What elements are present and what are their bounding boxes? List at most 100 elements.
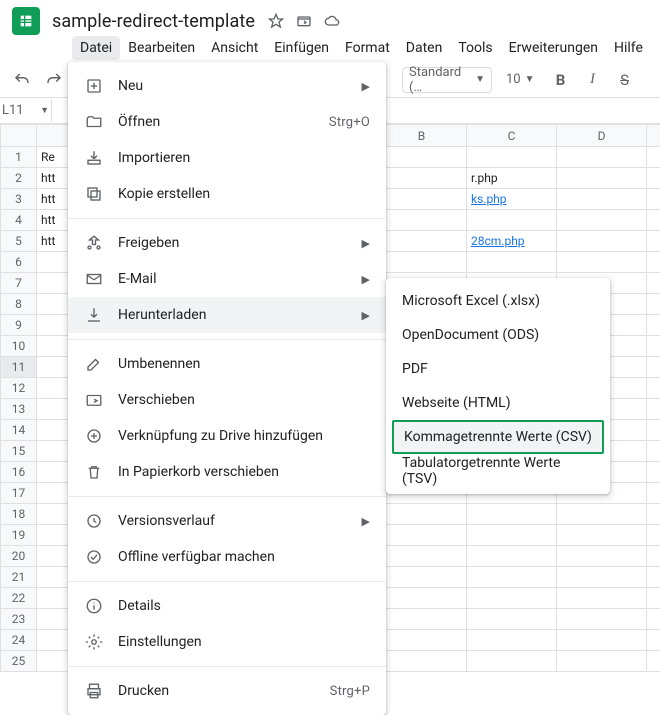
row-header[interactable]: 2: [1, 168, 37, 189]
cloud-icon[interactable]: [323, 12, 341, 30]
row-header[interactable]: 4: [1, 210, 37, 231]
cell[interactable]: [647, 525, 660, 546]
cell[interactable]: ks.php: [467, 189, 557, 210]
cell[interactable]: [557, 609, 647, 630]
cell[interactable]: [647, 252, 660, 273]
cell[interactable]: [557, 525, 647, 546]
cell[interactable]: [557, 168, 647, 189]
menu-daten[interactable]: Daten: [398, 36, 451, 60]
row-header[interactable]: 18: [1, 504, 37, 525]
cell[interactable]: [647, 420, 660, 441]
menu-item-folder-open[interactable]: ÖffnenStrg+O: [68, 104, 386, 140]
font-family-dropdown[interactable]: Standard (… ▼: [402, 67, 492, 93]
cell[interactable]: [557, 231, 647, 252]
cell[interactable]: [467, 609, 557, 630]
move-icon[interactable]: [295, 12, 313, 30]
cell[interactable]: [647, 147, 660, 168]
submenu-item[interactable]: Tabulatorgetrennte Werte (TSV): [386, 454, 610, 488]
cell[interactable]: [557, 210, 647, 231]
menu-item-offline[interactable]: Offline verfügbar machen: [68, 539, 386, 575]
row-header[interactable]: 11: [1, 357, 37, 378]
row-header[interactable]: 12: [1, 378, 37, 399]
cell[interactable]: [647, 588, 660, 609]
cell[interactable]: [467, 546, 557, 567]
cell[interactable]: [377, 525, 467, 546]
menu-item-mail[interactable]: E-Mail▶: [68, 261, 386, 297]
menu-item-history[interactable]: Versionsverlauf▶: [68, 503, 386, 539]
menu-hilfe[interactable]: Hilfe: [606, 36, 651, 60]
cell[interactable]: [557, 504, 647, 525]
cell[interactable]: [377, 189, 467, 210]
menu-item-download[interactable]: Herunterladen▶: [68, 297, 386, 333]
menu-erweiterungen[interactable]: Erweiterungen: [501, 36, 606, 60]
row-header[interactable]: 9: [1, 315, 37, 336]
cell[interactable]: [647, 399, 660, 420]
cell[interactable]: [467, 147, 557, 168]
cell[interactable]: [647, 546, 660, 567]
menu-format[interactable]: Format: [337, 36, 398, 60]
strikethrough-button[interactable]: S: [613, 68, 637, 92]
cell[interactable]: [467, 588, 557, 609]
redo-button[interactable]: [42, 68, 66, 92]
cell[interactable]: [377, 231, 467, 252]
cell[interactable]: [377, 252, 467, 273]
row-header[interactable]: 6: [1, 252, 37, 273]
cell[interactable]: [647, 273, 660, 294]
menu-tools[interactable]: Tools: [450, 36, 500, 60]
row-header[interactable]: 21: [1, 567, 37, 588]
submenu-item[interactable]: OpenDocument (ODS): [386, 318, 610, 352]
cell[interactable]: [647, 294, 660, 315]
row-header[interactable]: 25: [1, 651, 37, 672]
row-header[interactable]: 15: [1, 441, 37, 462]
doc-title[interactable]: sample-redirect-template: [52, 11, 255, 32]
cell[interactable]: [647, 651, 660, 672]
cell[interactable]: [647, 210, 660, 231]
row-header[interactable]: 14: [1, 420, 37, 441]
star-icon[interactable]: [267, 12, 285, 30]
cell[interactable]: [557, 588, 647, 609]
cell[interactable]: [467, 210, 557, 231]
cell[interactable]: [467, 567, 557, 588]
cell[interactable]: [557, 546, 647, 567]
menu-item-print[interactable]: DruckenStrg+P: [68, 673, 386, 709]
cell[interactable]: [467, 630, 557, 651]
cell[interactable]: [377, 210, 467, 231]
submenu-item[interactable]: PDF: [386, 352, 610, 386]
cell[interactable]: [377, 588, 467, 609]
menu-bearbeiten[interactable]: Bearbeiten: [120, 36, 203, 60]
cell[interactable]: [647, 231, 660, 252]
sheets-logo[interactable]: [12, 7, 40, 35]
cell[interactable]: [557, 567, 647, 588]
menu-item-info[interactable]: Details: [68, 588, 386, 624]
cell[interactable]: [647, 462, 660, 483]
menu-datei[interactable]: Datei: [72, 36, 120, 60]
menu-item-share[interactable]: Freigeben▶: [68, 225, 386, 261]
menu-overflow[interactable]: L: [651, 36, 660, 60]
col-header[interactable]: C: [467, 125, 557, 147]
menu-item-plus-grid[interactable]: Neu▶: [68, 68, 386, 104]
row-header[interactable]: 8: [1, 294, 37, 315]
row-header[interactable]: 13: [1, 399, 37, 420]
row-header[interactable]: 5: [1, 231, 37, 252]
menu-item-drive-link[interactable]: Verknüpfung zu Drive hinzufügen: [68, 418, 386, 454]
cell[interactable]: [377, 630, 467, 651]
cell[interactable]: [467, 525, 557, 546]
name-box[interactable]: L11 ▼: [0, 99, 52, 122]
cell[interactable]: [377, 168, 467, 189]
cell[interactable]: [647, 336, 660, 357]
row-header[interactable]: 10: [1, 336, 37, 357]
cell[interactable]: [377, 546, 467, 567]
cell[interactable]: [647, 378, 660, 399]
cell[interactable]: [467, 252, 557, 273]
undo-button[interactable]: [10, 68, 34, 92]
cell[interactable]: [647, 189, 660, 210]
row-header[interactable]: 24: [1, 630, 37, 651]
row-header[interactable]: 7: [1, 273, 37, 294]
submenu-item[interactable]: Microsoft Excel (.xlsx): [386, 284, 610, 318]
bold-button[interactable]: B: [549, 68, 573, 92]
cell[interactable]: [557, 630, 647, 651]
cell[interactable]: [377, 504, 467, 525]
cell[interactable]: [557, 651, 647, 672]
cell[interactable]: [647, 609, 660, 630]
cell[interactable]: [647, 168, 660, 189]
